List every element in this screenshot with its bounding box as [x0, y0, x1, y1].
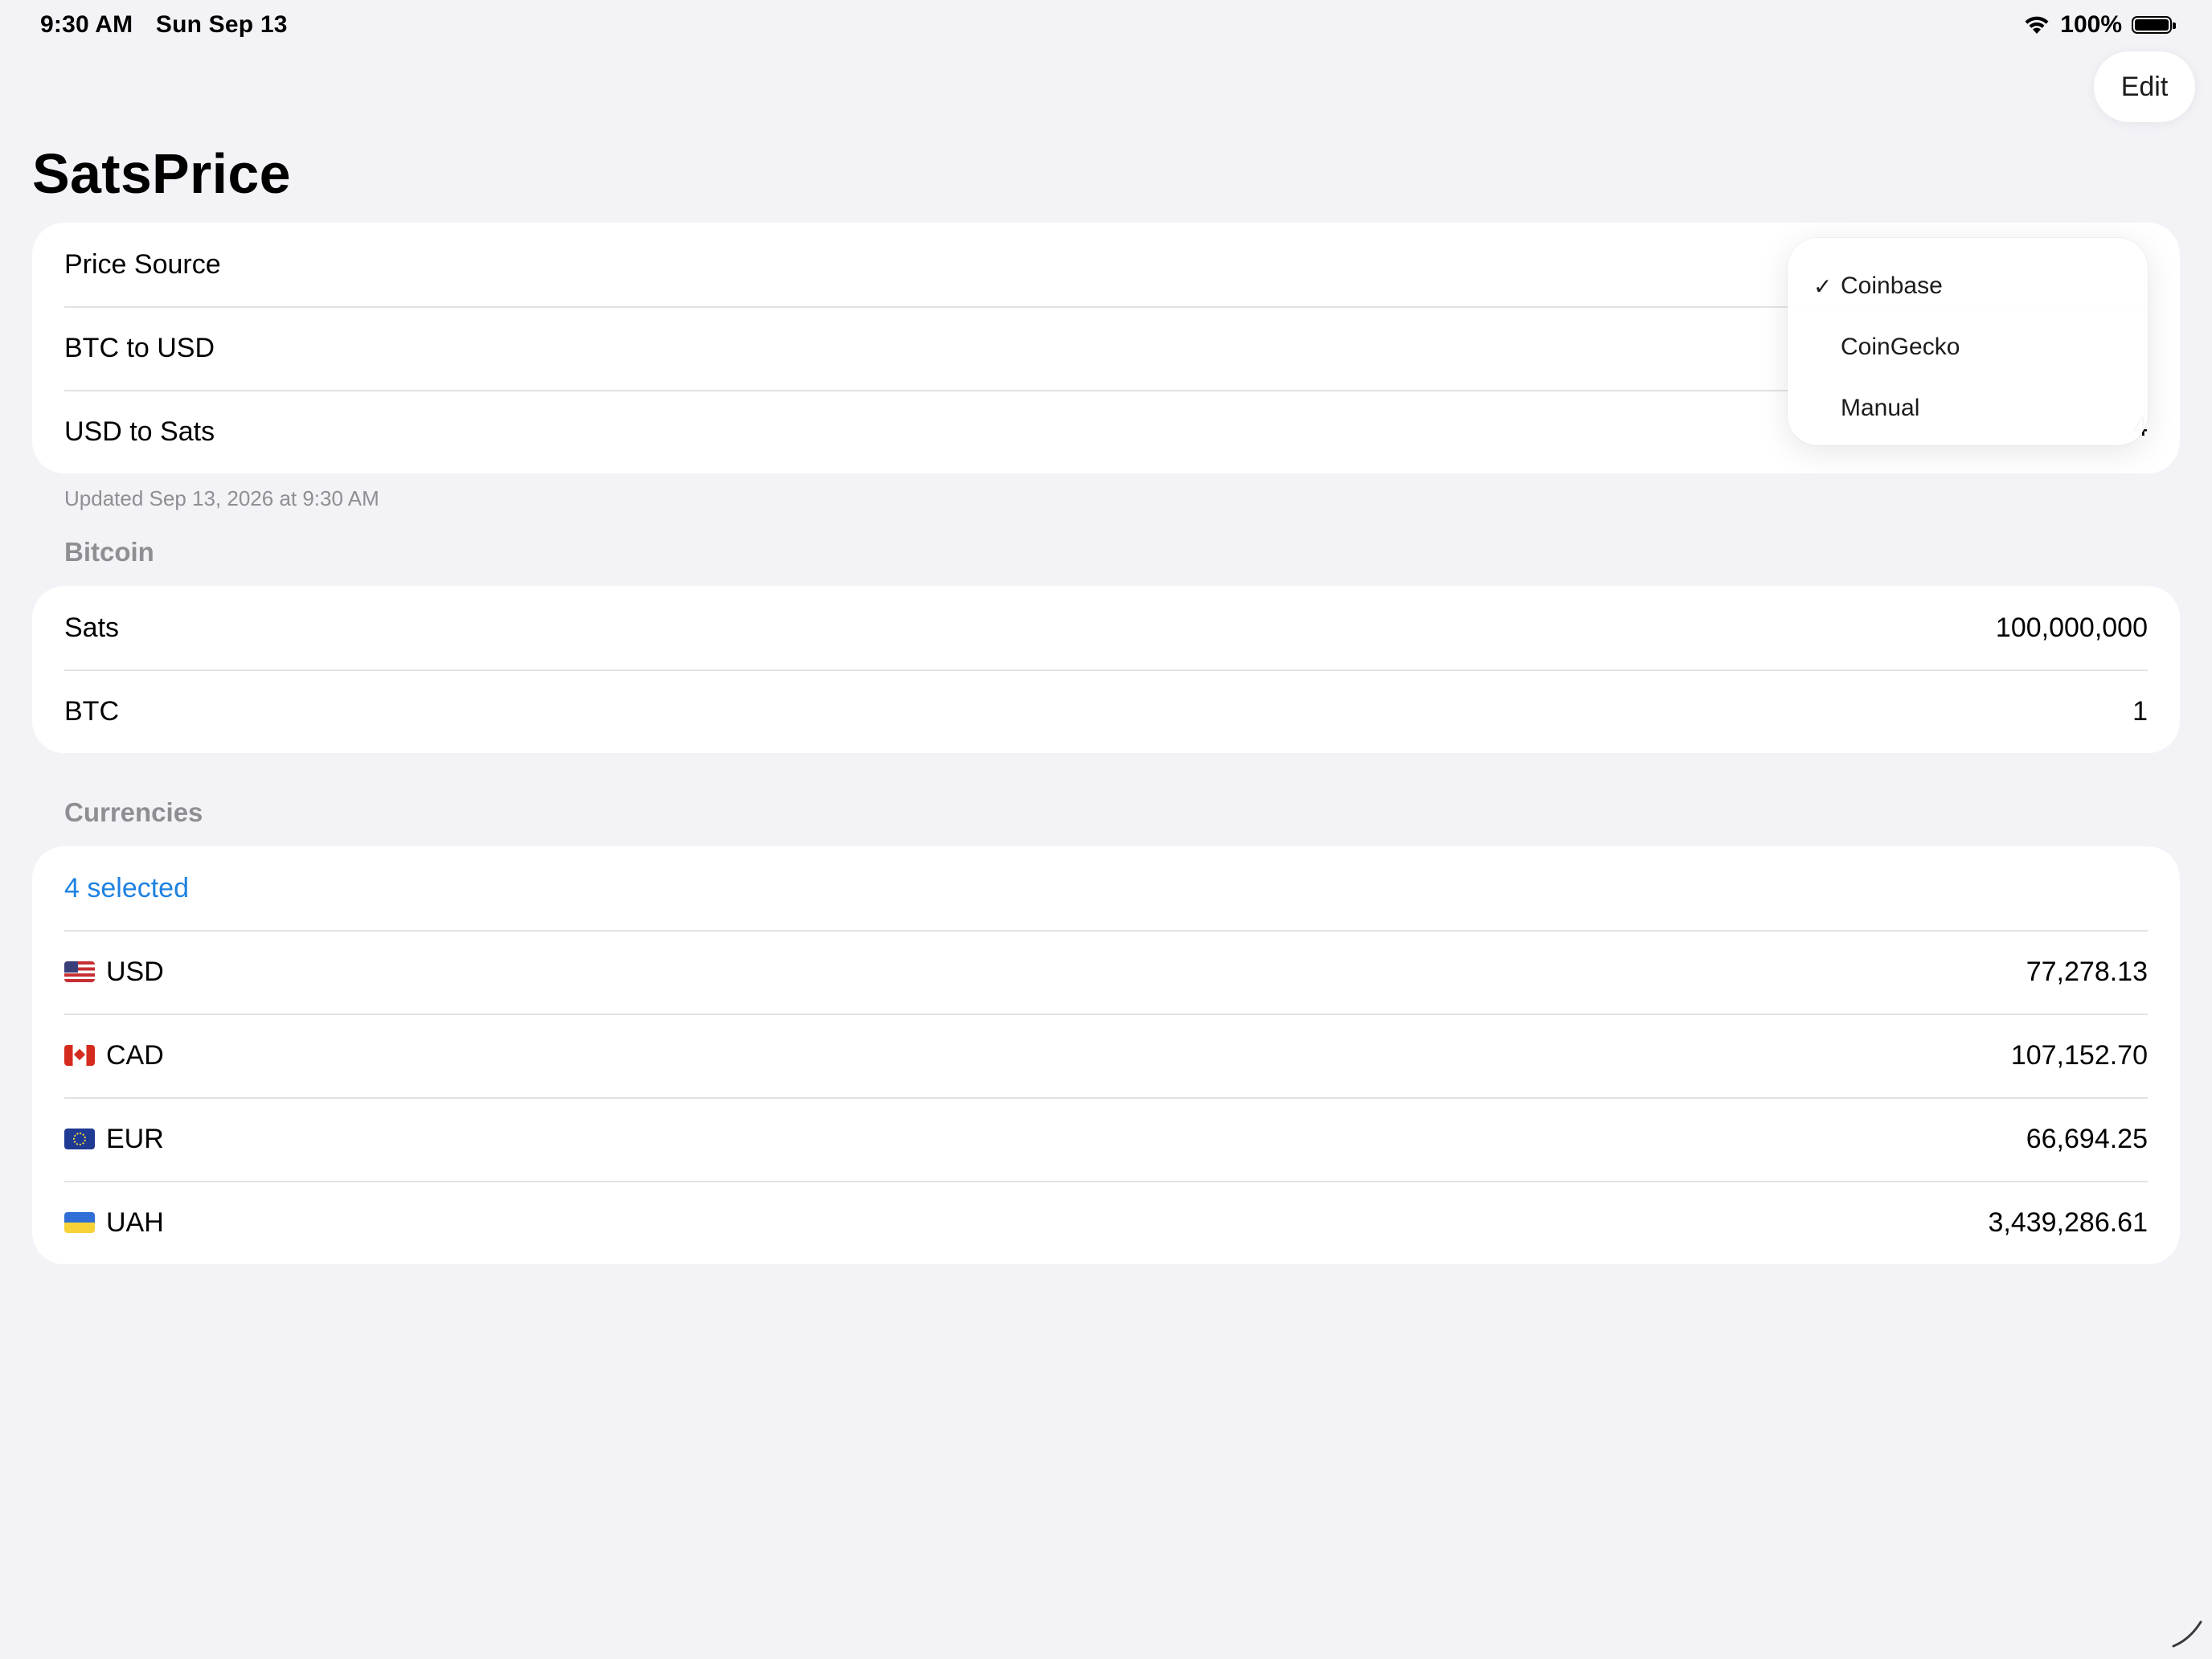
- ua-flag-icon: [64, 1212, 95, 1233]
- currency-value[interactable]: 3,439,286.61: [1988, 1207, 2148, 1239]
- sats-row[interactable]: Sats 100,000,000: [32, 586, 2180, 670]
- resize-handle-icon[interactable]: [2169, 1616, 2204, 1651]
- page-title: SatsPrice: [32, 142, 291, 205]
- currency-code: CAD: [106, 1039, 164, 1071]
- currencies-selected-link[interactable]: 4 selected: [64, 873, 189, 904]
- wifi-icon: [2025, 16, 2049, 34]
- menu-item-coingecko[interactable]: CoinGecko: [1788, 317, 2148, 378]
- currency-value[interactable]: 77,278.13: [2026, 956, 2148, 988]
- ca-flag-icon: [64, 1045, 95, 1066]
- currency-value[interactable]: 66,694.25: [2026, 1124, 2148, 1155]
- price-source-label: Price Source: [64, 248, 221, 280]
- btc-label: BTC: [64, 695, 119, 727]
- sats-value[interactable]: 100,000,000: [1996, 612, 2148, 644]
- status-date: Sun Sep 13: [155, 11, 288, 38]
- currency-code: USD: [106, 956, 164, 987]
- btc-value[interactable]: 1: [2132, 696, 2148, 727]
- btc-to-usd-label: BTC to USD: [64, 332, 215, 363]
- updated-footnote: Updated Sep 13, 2026 at 9:30 AM: [64, 486, 379, 510]
- currency-row-uah[interactable]: UAH 3,439,286.61: [32, 1181, 2180, 1264]
- currency-code: UAH: [106, 1206, 164, 1238]
- battery-percent: 100%: [2060, 11, 2122, 38]
- currency-row-eur[interactable]: EUR 66,694.25: [32, 1097, 2180, 1181]
- currencies-header: Currencies: [64, 797, 203, 827]
- status-bar-left: 9:30 AM Sun Sep 13: [40, 11, 304, 39]
- status-time: 9:30 AM: [40, 11, 133, 38]
- eu-flag-icon: [64, 1129, 95, 1149]
- menu-item-label: CoinGecko: [1841, 334, 1960, 360]
- currency-row-usd[interactable]: USD 77,278.13: [32, 930, 2180, 1014]
- usd-to-sats-label: USD to Sats: [64, 416, 215, 447]
- price-source-menu: ✓ Coinbase CoinGecko Manual: [1788, 238, 2148, 445]
- currency-code: EUR: [106, 1123, 164, 1154]
- menu-item-coinbase[interactable]: ✓ Coinbase: [1788, 256, 2148, 317]
- menu-item-label: Coinbase: [1841, 272, 1943, 299]
- currency-row-cad[interactable]: CAD 107,152.70: [32, 1014, 2180, 1097]
- checkmark-icon: ✓: [1813, 273, 1833, 299]
- currencies-selected-row[interactable]: 4 selected: [32, 846, 2180, 930]
- bitcoin-card: Sats 100,000,000 BTC 1: [32, 586, 2180, 753]
- currencies-card: 4 selected USD 77,278.13 CAD 107,152.70 …: [32, 846, 2180, 1264]
- battery-icon: [2132, 16, 2176, 34]
- us-flag-icon: [64, 961, 95, 982]
- menu-item-manual[interactable]: Manual: [1788, 378, 2148, 439]
- bitcoin-header: Bitcoin: [64, 537, 154, 567]
- menu-item-label: Manual: [1841, 395, 1920, 421]
- currency-value[interactable]: 107,152.70: [2011, 1040, 2148, 1071]
- edit-button[interactable]: Edit: [2094, 51, 2195, 122]
- sats-label: Sats: [64, 612, 120, 643]
- btc-row[interactable]: BTC 1: [32, 670, 2180, 753]
- status-bar-right: 100%: [2023, 11, 2176, 39]
